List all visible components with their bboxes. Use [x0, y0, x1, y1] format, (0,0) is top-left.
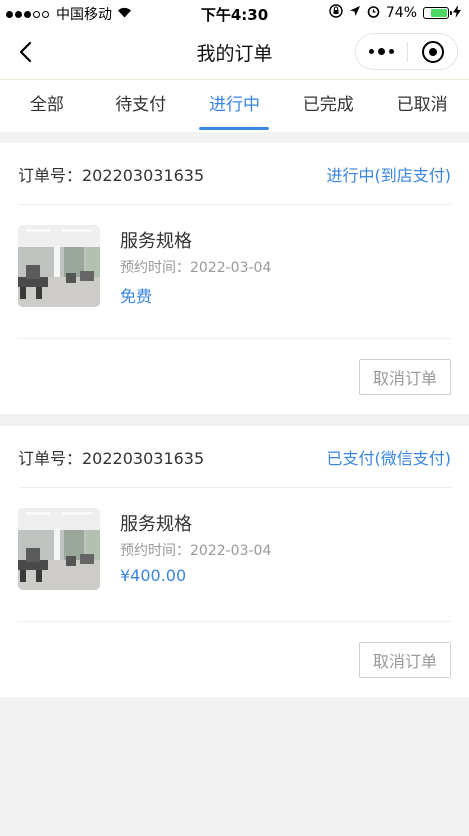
- orientation-lock-icon: [329, 4, 343, 22]
- back-icon[interactable]: [14, 40, 38, 64]
- order-tabs: 全部 待支付 进行中 已完成 已取消: [0, 80, 469, 132]
- order-card[interactable]: 订单号：202203031635 已支付(微信支付) 服务规格 预约时间：202…: [0, 426, 469, 697]
- cancel-order-button[interactable]: 取消订单: [359, 359, 451, 395]
- order-item[interactable]: 服务规格 预约时间：2022-03-04 ¥400.00: [18, 488, 451, 622]
- order-card[interactable]: 订单号：202203031635 进行中(到店支付) 服务规格 预约时间：202…: [0, 143, 469, 414]
- battery-percent: 74%: [385, 5, 417, 21]
- item-price: 免费: [120, 287, 153, 306]
- order-footer: 取消订单: [18, 622, 451, 697]
- nav-bar: 我的订单: [0, 26, 469, 80]
- tab-all[interactable]: 全部: [0, 80, 94, 132]
- order-header: 订单号：202203031635 进行中(到店支付): [18, 143, 451, 205]
- alarm-icon: [367, 5, 380, 22]
- order-status: 已支付(微信支付): [326, 448, 452, 468]
- tab-completed[interactable]: 已完成: [281, 80, 375, 132]
- item-name: 服务规格: [120, 514, 192, 535]
- order-item[interactable]: 服务规格 预约时间：2022-03-04 免费: [18, 205, 451, 339]
- target-icon: [421, 40, 444, 63]
- appointment-time: 预约时间：2022-03-04: [120, 543, 272, 559]
- order-footer: 取消订单: [18, 339, 451, 414]
- item-price: ¥400.00: [120, 566, 187, 585]
- tab-in-progress[interactable]: 进行中: [188, 80, 282, 132]
- location-icon: [349, 5, 361, 21]
- appointment-time: 预约时间：2022-03-04: [120, 260, 272, 276]
- order-number: 订单号：202203031635: [18, 448, 205, 468]
- mini-program-capsule: [355, 33, 458, 70]
- cancel-order-button[interactable]: 取消订单: [359, 642, 451, 678]
- status-bar: 中国移动 下午4:30 74%: [0, 0, 469, 26]
- order-header: 订单号：202203031635 已支付(微信支付): [18, 426, 451, 488]
- tab-cancelled[interactable]: 已取消: [375, 80, 469, 132]
- close-mini-program-button[interactable]: [408, 34, 457, 69]
- charging-icon: [453, 4, 461, 22]
- status-right: 74%: [323, 4, 461, 22]
- gym-photo: [18, 508, 100, 590]
- item-name: 服务规格: [120, 231, 192, 252]
- battery-icon: [423, 7, 452, 19]
- gym-photo: [18, 225, 100, 307]
- order-number: 订单号：202203031635: [18, 165, 205, 185]
- order-status: 进行中(到店支付): [326, 165, 452, 185]
- more-options-button[interactable]: [356, 34, 407, 69]
- tab-pending-payment[interactable]: 待支付: [94, 80, 188, 132]
